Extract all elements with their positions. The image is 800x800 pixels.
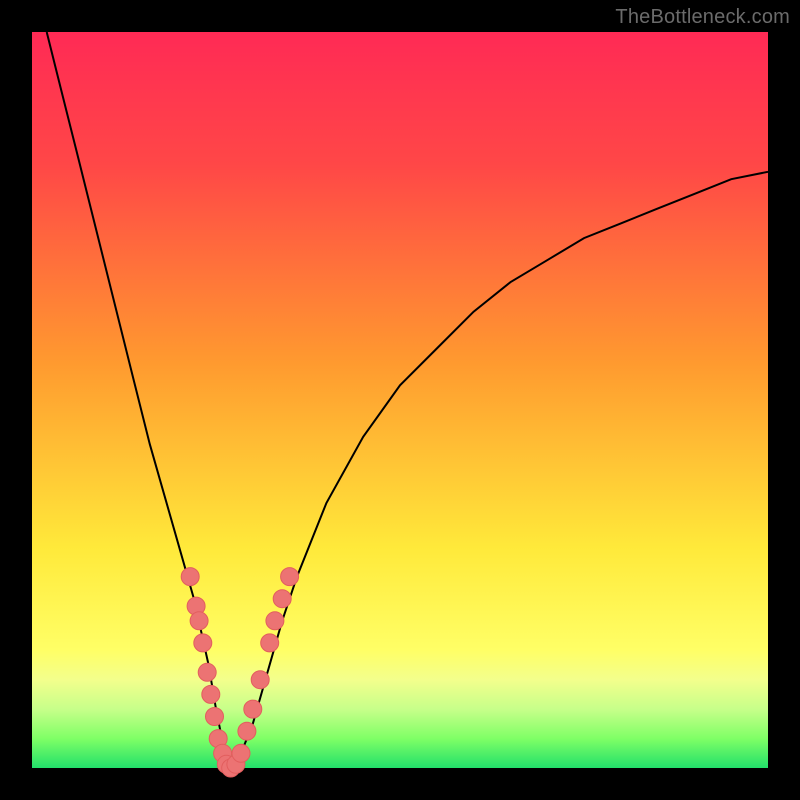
data-marker: [261, 634, 279, 652]
data-marker: [190, 612, 208, 630]
plot-area: [32, 32, 768, 768]
marker-group: [181, 568, 298, 777]
watermark-text: TheBottleneck.com: [615, 6, 790, 29]
data-marker: [232, 744, 250, 762]
data-marker: [194, 634, 212, 652]
bottleneck-curve-svg: [32, 32, 768, 768]
data-marker: [251, 671, 269, 689]
data-marker: [238, 722, 256, 740]
data-marker: [244, 700, 262, 718]
bottleneck-curve-path: [47, 32, 768, 768]
data-marker: [181, 568, 199, 586]
data-marker: [198, 663, 216, 681]
data-marker: [266, 612, 284, 630]
data-marker: [281, 568, 299, 586]
data-marker: [206, 708, 224, 726]
data-marker: [202, 685, 220, 703]
data-marker: [273, 590, 291, 608]
chart-frame: TheBottleneck.com: [0, 0, 800, 800]
